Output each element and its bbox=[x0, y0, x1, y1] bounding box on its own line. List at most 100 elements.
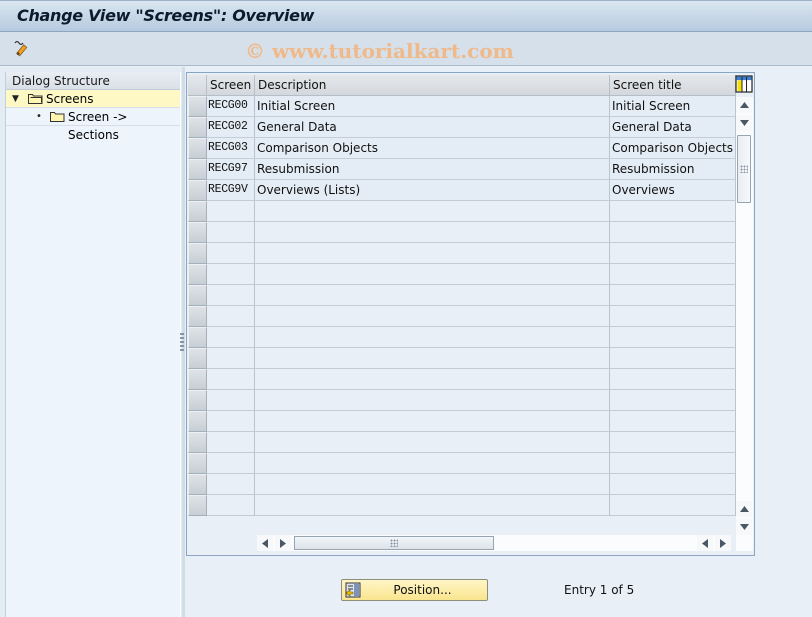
cell-description bbox=[255, 369, 610, 390]
cell-screen bbox=[207, 495, 255, 516]
row-selector[interactable] bbox=[188, 243, 207, 264]
expand-arrow-icon[interactable]: ▼ bbox=[12, 90, 19, 108]
row-selector[interactable] bbox=[188, 96, 207, 117]
grip-icon bbox=[740, 165, 748, 173]
arrow-left-icon bbox=[262, 538, 268, 548]
scroll-page-down-button[interactable] bbox=[736, 519, 752, 535]
cell-description[interactable]: Overviews (Lists) bbox=[255, 180, 610, 201]
cell-screen-title bbox=[610, 285, 736, 306]
row-selector[interactable] bbox=[188, 474, 207, 495]
cell-description[interactable]: Comparison Objects bbox=[255, 138, 610, 159]
cell-screen-title[interactable]: Comparison Objects bbox=[610, 138, 736, 159]
position-button[interactable]: Position... bbox=[341, 579, 488, 601]
empty-table-row bbox=[188, 264, 736, 285]
row-selector[interactable] bbox=[188, 180, 207, 201]
row-selector[interactable] bbox=[188, 222, 207, 243]
grip-icon bbox=[390, 539, 398, 547]
cell-screen-title[interactable]: General Data bbox=[610, 117, 736, 138]
arrow-left-icon bbox=[702, 538, 708, 548]
scroll-right-button[interactable] bbox=[275, 535, 291, 551]
row-selector[interactable] bbox=[188, 264, 207, 285]
cell-screen[interactable]: RECG97 bbox=[207, 159, 255, 180]
empty-table-row bbox=[188, 243, 736, 264]
row-selector[interactable] bbox=[188, 495, 207, 516]
arrow-up-icon bbox=[739, 506, 749, 512]
scroll-down-button[interactable] bbox=[736, 115, 752, 131]
tree-item-screen-sections[interactable]: • Screen -> Sections bbox=[6, 108, 180, 142]
select-all-column-header[interactable] bbox=[188, 75, 207, 96]
column-header-screen-title[interactable]: Screen title bbox=[610, 75, 736, 96]
cell-screen-title[interactable]: Overviews bbox=[610, 180, 736, 201]
scroll-far-left-button[interactable] bbox=[697, 535, 713, 551]
dialog-structure-header: Dialog Structure bbox=[6, 72, 180, 90]
row-selector[interactable] bbox=[188, 411, 207, 432]
screens-table: Screen Description Screen title RECG00 In… bbox=[186, 72, 755, 556]
cell-description bbox=[255, 243, 610, 264]
cell-screen bbox=[207, 222, 255, 243]
tree-item-label: Screens bbox=[46, 92, 94, 106]
horizontal-scroll-thumb[interactable] bbox=[294, 536, 494, 550]
row-selector[interactable] bbox=[188, 369, 207, 390]
vertical-scroll-thumb[interactable] bbox=[737, 135, 751, 203]
bullet-icon: • bbox=[36, 111, 42, 122]
row-selector[interactable] bbox=[188, 348, 207, 369]
row-selector[interactable] bbox=[188, 159, 207, 180]
empty-table-row bbox=[188, 285, 736, 306]
cell-screen bbox=[207, 453, 255, 474]
display-change-button[interactable] bbox=[10, 37, 34, 59]
row-selector[interactable] bbox=[188, 138, 207, 159]
row-selector[interactable] bbox=[188, 201, 207, 222]
empty-table-row bbox=[188, 495, 736, 516]
cell-screen bbox=[207, 411, 255, 432]
vertical-scrollbar[interactable] bbox=[736, 97, 753, 551]
cell-screen bbox=[207, 432, 255, 453]
cell-description bbox=[255, 285, 610, 306]
cell-description bbox=[255, 495, 610, 516]
tree-item-screens[interactable]: ▼ Screens bbox=[6, 90, 180, 108]
scroll-page-up-button[interactable] bbox=[736, 501, 752, 517]
cell-description bbox=[255, 327, 610, 348]
table-row: RECG02 General Data General Data bbox=[188, 117, 736, 138]
cell-description bbox=[255, 453, 610, 474]
row-selector[interactable] bbox=[188, 390, 207, 411]
table-settings-button[interactable] bbox=[735, 75, 753, 93]
column-header-screen[interactable]: Screen bbox=[207, 75, 255, 96]
scroll-left-button[interactable] bbox=[257, 535, 273, 551]
empty-table-row bbox=[188, 369, 736, 390]
cell-screen[interactable]: RECG02 bbox=[207, 117, 255, 138]
cell-screen[interactable]: RECG00 bbox=[207, 96, 255, 117]
cell-screen[interactable]: RECG03 bbox=[207, 138, 255, 159]
cell-screen-title bbox=[610, 306, 736, 327]
splitter-grip-icon[interactable] bbox=[180, 333, 184, 351]
folder-open-icon bbox=[28, 94, 43, 104]
table-row: RECG9V Overviews (Lists) Overviews bbox=[188, 180, 736, 201]
cell-description[interactable]: Resubmission bbox=[255, 159, 610, 180]
cell-screen-title[interactable]: Initial Screen bbox=[610, 96, 736, 117]
cell-screen-title bbox=[610, 348, 736, 369]
entry-count: Entry 1 of 5 bbox=[564, 583, 635, 597]
cell-screen-title bbox=[610, 390, 736, 411]
table-row: RECG00 Initial Screen Initial Screen bbox=[188, 96, 736, 117]
cell-description bbox=[255, 474, 610, 495]
row-selector[interactable] bbox=[188, 306, 207, 327]
cell-description[interactable]: Initial Screen bbox=[255, 96, 610, 117]
cell-screen-title bbox=[610, 243, 736, 264]
scroll-far-right-button[interactable] bbox=[715, 535, 731, 551]
horizontal-scrollbar[interactable] bbox=[257, 535, 731, 551]
column-header-description[interactable]: Description bbox=[255, 75, 610, 96]
row-selector[interactable] bbox=[188, 432, 207, 453]
cell-description bbox=[255, 201, 610, 222]
cell-screen-title bbox=[610, 453, 736, 474]
empty-table-row bbox=[188, 474, 736, 495]
cell-description bbox=[255, 222, 610, 243]
scroll-up-button[interactable] bbox=[736, 97, 752, 113]
cell-screen[interactable]: RECG9V bbox=[207, 180, 255, 201]
cell-description[interactable]: General Data bbox=[255, 117, 610, 138]
row-selector[interactable] bbox=[188, 117, 207, 138]
row-selector[interactable] bbox=[188, 453, 207, 474]
row-selector[interactable] bbox=[188, 285, 207, 306]
cell-screen-title[interactable]: Resubmission bbox=[610, 159, 736, 180]
cell-screen bbox=[207, 369, 255, 390]
cell-screen-title bbox=[610, 495, 736, 516]
row-selector[interactable] bbox=[188, 327, 207, 348]
